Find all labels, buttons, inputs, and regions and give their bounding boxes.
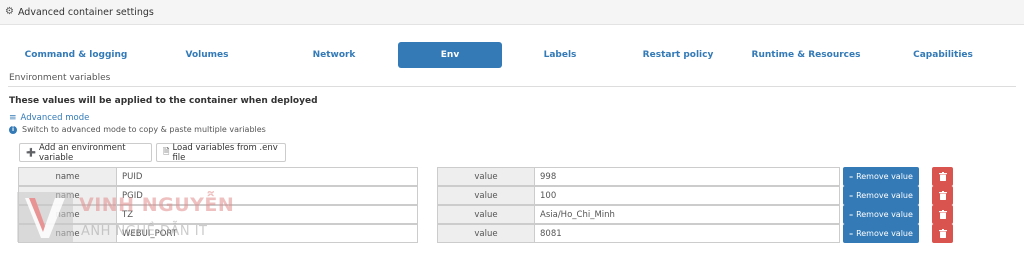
trash-icon xyxy=(938,210,947,219)
remove-value-button[interactable]: – Remove value xyxy=(843,205,919,224)
tab-env[interactable]: Env xyxy=(398,42,502,68)
advanced-mode-link[interactable]: ≡ Advanced mode xyxy=(9,113,89,123)
remove-value-label: Remove value xyxy=(856,172,913,181)
remove-value-button[interactable]: – Remove value xyxy=(843,186,919,205)
remove-value-button[interactable]: – Remove value xyxy=(843,224,919,243)
plus-circle-icon: ➕ xyxy=(26,148,36,157)
tab-restart-policy[interactable]: Restart policy xyxy=(626,42,730,68)
env-row: name WEBUI_PORT value 8081 – Remove valu… xyxy=(0,224,1024,243)
section-divider xyxy=(8,86,1016,87)
minus-icon: – xyxy=(849,210,854,219)
list-icon: ≡ xyxy=(9,113,17,123)
settings-tabs: Command & logging Volumes Network Env La… xyxy=(0,42,1024,68)
env-name-input[interactable]: WEBUI_PORT xyxy=(116,224,418,243)
delete-variable-button[interactable] xyxy=(932,224,953,243)
tab-command-logging[interactable]: Command & logging xyxy=(8,42,144,68)
trash-icon xyxy=(938,172,947,181)
gear-icon: ⚙ xyxy=(5,6,14,17)
value-label: value xyxy=(437,186,535,205)
env-row: name TZ value Asia/Ho_Chi_Minh – Remove … xyxy=(0,205,1024,224)
remove-value-label: Remove value xyxy=(856,210,913,219)
name-label: name xyxy=(18,205,117,224)
env-name-input[interactable]: TZ xyxy=(116,205,418,224)
advanced-mode-label: Advanced mode xyxy=(20,113,90,123)
trash-icon xyxy=(938,229,947,238)
advanced-mode-help-text: Switch to advanced mode to copy & paste … xyxy=(22,125,266,134)
trash-icon xyxy=(938,191,947,200)
tab-labels[interactable]: Labels xyxy=(508,42,612,68)
name-label: name xyxy=(18,224,117,243)
applied-note: These values will be applied to the cont… xyxy=(9,96,318,106)
env-value-input[interactable]: Asia/Ho_Chi_Minh xyxy=(534,205,840,224)
info-icon: i xyxy=(9,125,17,134)
value-label: value xyxy=(437,224,535,243)
minus-icon: – xyxy=(849,172,854,181)
env-value-input[interactable]: 998 xyxy=(534,167,840,186)
add-env-variable-label: Add an environment variable xyxy=(38,142,126,163)
advanced-settings-header[interactable]: ⚙ Advanced container settings xyxy=(0,0,1024,25)
name-label: name xyxy=(18,186,117,205)
section-title: Environment variables xyxy=(9,73,111,83)
load-env-file-button[interactable]: 🗎 Load variables from .env file xyxy=(156,142,286,163)
delete-variable-button[interactable] xyxy=(932,186,953,205)
file-icon: 🗎 xyxy=(163,146,170,156)
env-name-input[interactable]: PUID xyxy=(116,167,418,186)
name-label: name xyxy=(18,167,117,186)
value-label: value xyxy=(437,167,535,186)
header-title: Advanced container settings xyxy=(17,6,154,18)
minus-icon: – xyxy=(849,229,854,238)
remove-value-label: Remove value xyxy=(856,229,913,238)
remove-value-button[interactable]: – Remove value xyxy=(843,167,919,186)
env-row: name PGID value 100 – Remove value xyxy=(0,186,1024,205)
env-row: name PUID value 998 – Remove value xyxy=(0,167,1024,186)
env-value-input[interactable]: 100 xyxy=(534,186,840,205)
remove-value-label: Remove value xyxy=(856,191,913,200)
delete-variable-button[interactable] xyxy=(932,205,953,224)
env-name-input[interactable]: PGID xyxy=(116,186,418,205)
tab-network[interactable]: Network xyxy=(270,42,398,68)
value-label: value xyxy=(437,205,535,224)
delete-variable-button[interactable] xyxy=(932,167,953,186)
load-env-file-label: Load variables from .env file xyxy=(172,142,278,163)
env-value-input[interactable]: 8081 xyxy=(534,224,840,243)
tab-capabilities[interactable]: Capabilities xyxy=(880,42,1006,68)
minus-icon: – xyxy=(849,191,854,200)
advanced-mode-help: i Switch to advanced mode to copy & past… xyxy=(9,125,266,134)
add-env-variable-button[interactable]: ➕ Add an environment variable xyxy=(19,142,152,163)
tab-runtime-resources[interactable]: Runtime & Resources xyxy=(740,42,872,68)
tab-volumes[interactable]: Volumes xyxy=(144,42,270,68)
